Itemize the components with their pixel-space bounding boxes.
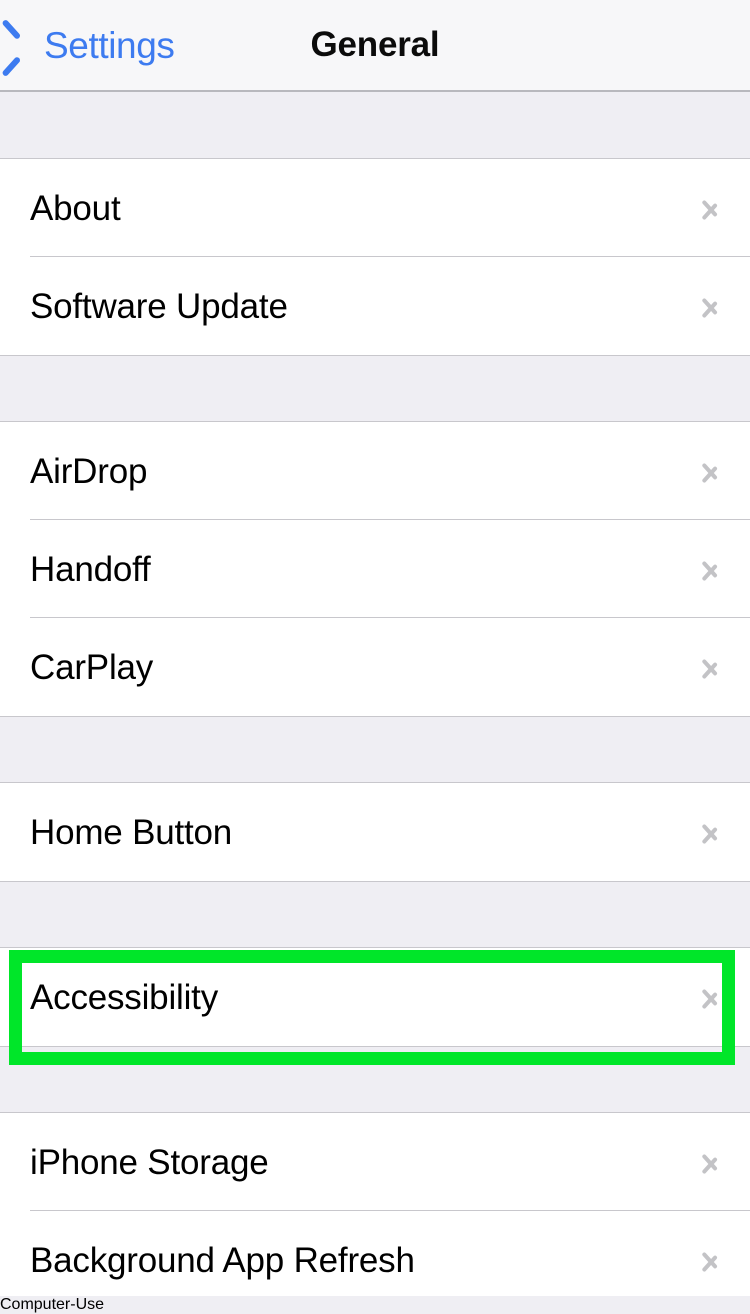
section-storage: iPhone Storage Background App Refresh <box>0 1113 750 1296</box>
section-spacer <box>0 92 750 159</box>
list-item[interactable]: Accessibility <box>0 948 750 1046</box>
section-accessibility: Accessibility <box>0 948 750 1046</box>
list-item[interactable]: Handoff <box>0 520 750 618</box>
list-item-label: Handoff <box>30 549 151 589</box>
section-spacer <box>0 1046 750 1113</box>
list-item-label: iPhone Storage <box>30 1142 269 1182</box>
back-button-settings[interactable]: Settings <box>16 0 175 90</box>
chevron-right-icon <box>702 455 720 487</box>
list-item-label: CarPlay <box>30 647 154 687</box>
chevron-right-icon <box>702 553 720 585</box>
section-connectivity: AirDrop Handoff CarPlay <box>0 422 750 716</box>
list-item-label: About <box>30 188 121 228</box>
list-item[interactable]: About <box>0 159 750 257</box>
list-item-label: Background App Refresh <box>30 1240 415 1280</box>
section-device-info: About Software Update <box>0 159 750 355</box>
chevron-right-icon <box>702 651 720 683</box>
chevron-right-icon <box>702 192 720 224</box>
list-item-label: AirDrop <box>30 451 148 491</box>
back-button-label: Settings <box>44 24 175 66</box>
list-item[interactable]: AirDrop <box>0 422 750 520</box>
list-item-label: Software Update <box>30 286 288 326</box>
list-item-label: Home Button <box>30 812 233 852</box>
navigation-bar: Settings General <box>0 0 750 92</box>
list-item[interactable]: iPhone Storage <box>0 1113 750 1211</box>
chevron-right-icon <box>702 981 720 1013</box>
chevron-right-icon <box>702 290 720 322</box>
chevron-right-icon <box>702 1244 720 1276</box>
list-item[interactable]: CarPlay <box>0 618 750 716</box>
list-item[interactable]: Home Button <box>0 783 750 881</box>
section-spacer <box>0 355 750 422</box>
section-spacer <box>0 881 750 948</box>
list-item[interactable]: Software Update <box>0 257 750 355</box>
section-home-button: Home Button <box>0 783 750 881</box>
chevron-left-icon <box>16 26 38 64</box>
chevron-right-icon <box>702 816 720 848</box>
settings-general-screen: Settings General About Software Update Air… <box>0 0 750 1296</box>
chevron-right-icon <box>702 1146 720 1178</box>
section-spacer <box>0 716 750 783</box>
list-item-label: Accessibility <box>30 977 219 1017</box>
list-item[interactable]: Background App Refresh <box>0 1211 750 1296</box>
settings-list: About Software Update AirDrop Handoff CarPla… <box>0 92 750 1296</box>
